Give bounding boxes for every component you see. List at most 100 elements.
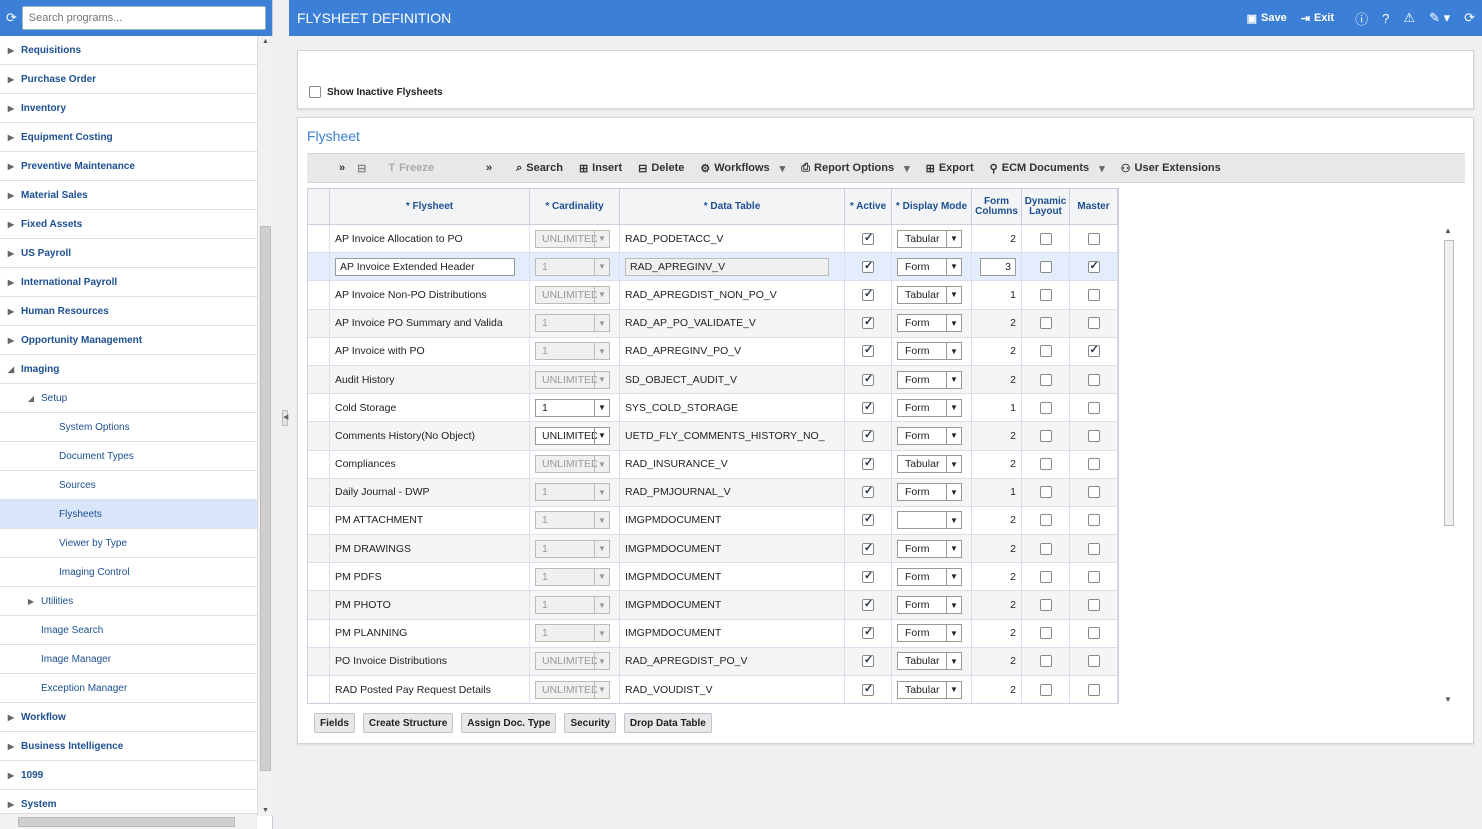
dynamic-layout-checkbox[interactable] — [1039, 429, 1052, 442]
chevron-down-icon[interactable]: ▼ — [594, 484, 609, 501]
col-header-dynamic-layout[interactable]: Dynamic Layout — [1022, 189, 1070, 224]
display-mode-cell[interactable]: Form ▼ — [892, 478, 972, 506]
data-table-cell[interactable]: RAD_INSURANCE_V — [620, 450, 845, 478]
expand-arrow-icon[interactable]: ▶ — [6, 46, 16, 55]
display-mode-select[interactable]: Tabular ▼ — [897, 652, 962, 671]
display-mode-cell[interactable]: ▼ — [892, 506, 972, 535]
exit-button[interactable]: ⇥ Exit — [1301, 12, 1334, 25]
row-selector[interactable] — [308, 619, 330, 647]
chevron-down-icon[interactable]: ▼ — [594, 568, 609, 585]
cardinality-select[interactable]: 1 ▼ — [535, 483, 610, 502]
active-cell[interactable] — [845, 619, 892, 647]
flysheet-cell[interactable]: AP Invoice PO Summary and Valida — [330, 309, 530, 337]
flysheet-input[interactable]: AP Invoice Extended Header — [335, 257, 515, 276]
chevron-down-icon[interactable]: ▼ — [946, 540, 961, 557]
chevron-down-icon[interactable]: ▼ — [594, 456, 609, 473]
data-table-cell[interactable]: RAD_APREGINV_V — [620, 253, 845, 281]
cardinality-cell[interactable]: UNLIMITED ▼ — [530, 365, 620, 394]
active-cell[interactable] — [845, 225, 892, 253]
chevron-down-icon[interactable]: ▼ — [594, 258, 609, 275]
display-mode-select[interactable]: Tabular ▼ — [897, 285, 962, 304]
master-checkbox[interactable] — [1087, 655, 1100, 668]
master-checkbox[interactable] — [1087, 429, 1100, 442]
flysheet-cell[interactable]: AP Invoice Extended Header — [330, 253, 530, 281]
active-cell[interactable] — [845, 365, 892, 394]
chevron-down-icon[interactable]: ▼ — [594, 286, 609, 303]
data-table-cell[interactable]: IMGPMDOCUMENT — [620, 591, 845, 619]
dynamic-layout-checkbox[interactable] — [1039, 232, 1052, 245]
security-button[interactable]: Security — [564, 713, 616, 733]
cardinality-cell[interactable]: 1 ▼ — [530, 394, 620, 422]
master-cell[interactable] — [1070, 619, 1118, 647]
chevron-down-icon[interactable]: ▾ — [780, 162, 786, 175]
active-checkbox[interactable] — [862, 512, 874, 527]
sidebar-hscrollbar[interactable] — [0, 813, 257, 829]
sidebar-item-purchase-order[interactable]: ▶ Purchase Order — [0, 65, 257, 94]
flysheet-cell[interactable]: Daily Journal - DWP — [330, 478, 530, 506]
chevron-down-icon[interactable]: ▼ — [946, 230, 961, 247]
active-cell[interactable] — [845, 422, 892, 450]
display-mode-select[interactable]: Form ▼ — [897, 257, 962, 276]
sidebar-item-preventive-maintenance[interactable]: ▶ Preventive Maintenance — [0, 152, 257, 181]
data-table-cell[interactable]: RAD_VOUDIST_V — [620, 676, 845, 703]
active-checkbox[interactable] — [862, 625, 874, 640]
table-row[interactable]: AP Invoice Allocation to PO UNLIMITED ▼ RAD… — [308, 225, 1118, 254]
display-mode-cell[interactable]: Tabular ▼ — [892, 450, 972, 478]
flysheet-cell[interactable]: Cold Storage — [330, 394, 530, 422]
chevron-down-icon[interactable]: ▼ — [946, 427, 961, 444]
form-columns-cell[interactable]: 2 — [972, 225, 1022, 253]
row-selector[interactable] — [308, 422, 330, 450]
active-checkbox[interactable] — [862, 372, 874, 386]
col-header-data-table[interactable]: * Data Table — [620, 189, 845, 224]
chevron-down-icon[interactable]: ▼ — [594, 371, 609, 388]
chevron-down-icon[interactable]: ▼ — [594, 681, 609, 698]
sidebar-item-fixed-assets[interactable]: ▶ Fixed Assets — [0, 210, 257, 239]
dynamic-layout-cell[interactable] — [1022, 309, 1070, 337]
table-row[interactable]: AP Invoice with PO 1▼ RAD_APREGINV_PO_V For… — [308, 337, 1118, 366]
cardinality-cell[interactable]: 1 ▼ — [530, 506, 620, 535]
table-row[interactable]: Compliances UNLIMITED▼ RAD_INSURANCE_V Tabu… — [308, 450, 1118, 479]
dynamic-layout-cell[interactable] — [1022, 225, 1070, 253]
flysheet-cell[interactable]: AP Invoice Non-PO Distributions — [330, 281, 530, 309]
cardinality-select[interactable]: UNLIMITED ▼ — [535, 285, 610, 304]
sidebar-scroll-thumb[interactable] — [260, 226, 271, 771]
expand-arrow-icon[interactable]: ▶ — [26, 597, 36, 606]
chevron-down-icon[interactable]: ▼ — [946, 597, 961, 614]
sidebar-item-international-payroll[interactable]: ▶ International Payroll — [0, 268, 257, 297]
master-cell[interactable] — [1070, 309, 1118, 337]
sidebar-item-equipment-costing[interactable]: ▶ Equipment Costing — [0, 123, 257, 152]
row-selector[interactable] — [308, 591, 330, 619]
table-row[interactable]: RAD Posted Pay Request Details UNLIMITED ▼… — [308, 676, 1118, 703]
scroll-up-icon[interactable]: ▲ — [262, 38, 269, 45]
dynamic-layout-cell[interactable] — [1022, 506, 1070, 535]
cardinality-select[interactable]: 1 ▼ — [535, 257, 610, 276]
cardinality-select[interactable]: UNLIMITED ▼ — [535, 229, 610, 248]
ecm-documents-button[interactable]: ⚲ ECM Documents ▾ — [990, 162, 1105, 175]
user-extensions-button[interactable]: ⚇ User Extensions — [1121, 162, 1221, 175]
grid-scroll-thumb[interactable] — [1444, 240, 1454, 526]
sidebar-item-1099[interactable]: ▶ 1099 — [0, 761, 257, 790]
active-cell[interactable] — [845, 647, 892, 675]
assign-doc-type-button[interactable]: Assign Doc. Type — [461, 713, 557, 733]
display-mode-cell[interactable]: Form ▼ — [892, 535, 972, 563]
row-selector[interactable] — [308, 450, 330, 478]
active-checkbox[interactable] — [862, 315, 874, 330]
chevron-down-icon[interactable]: ▾ — [904, 162, 910, 175]
dynamic-layout-checkbox[interactable] — [1039, 655, 1052, 668]
data-table-cell[interactable]: RAD_AP_PO_VALIDATE_V — [620, 309, 845, 337]
flysheet-cell[interactable]: PM ATTACHMENT — [330, 506, 530, 535]
sidebar-item-human-resources[interactable]: ▶ Human Resources — [0, 297, 257, 326]
workflows-button[interactable]: ⚙ Workflows ▾ — [700, 162, 785, 175]
table-row[interactable]: PM PLANNING 1▼ IMGPMDOCUMENT Form▼ 2 — [308, 619, 1118, 648]
dynamic-layout-cell[interactable] — [1022, 647, 1070, 675]
table-row[interactable]: Audit History UNLIMITED ▼ SD_OBJECT_AUDIT_V… — [308, 365, 1118, 395]
dynamic-layout-cell[interactable] — [1022, 563, 1070, 591]
cardinality-select[interactable]: UNLIMITED ▼ — [535, 426, 610, 445]
active-checkbox[interactable] — [862, 597, 874, 612]
sidebar-item-workflow[interactable]: ▶ Workflow — [0, 703, 257, 732]
master-cell[interactable] — [1070, 422, 1118, 450]
cardinality-select[interactable]: 1 ▼ — [535, 342, 610, 361]
row-selector[interactable] — [308, 337, 330, 365]
flysheet-cell[interactable]: PM PDFS — [330, 563, 530, 591]
cardinality-cell[interactable]: 1 ▼ — [530, 337, 620, 365]
